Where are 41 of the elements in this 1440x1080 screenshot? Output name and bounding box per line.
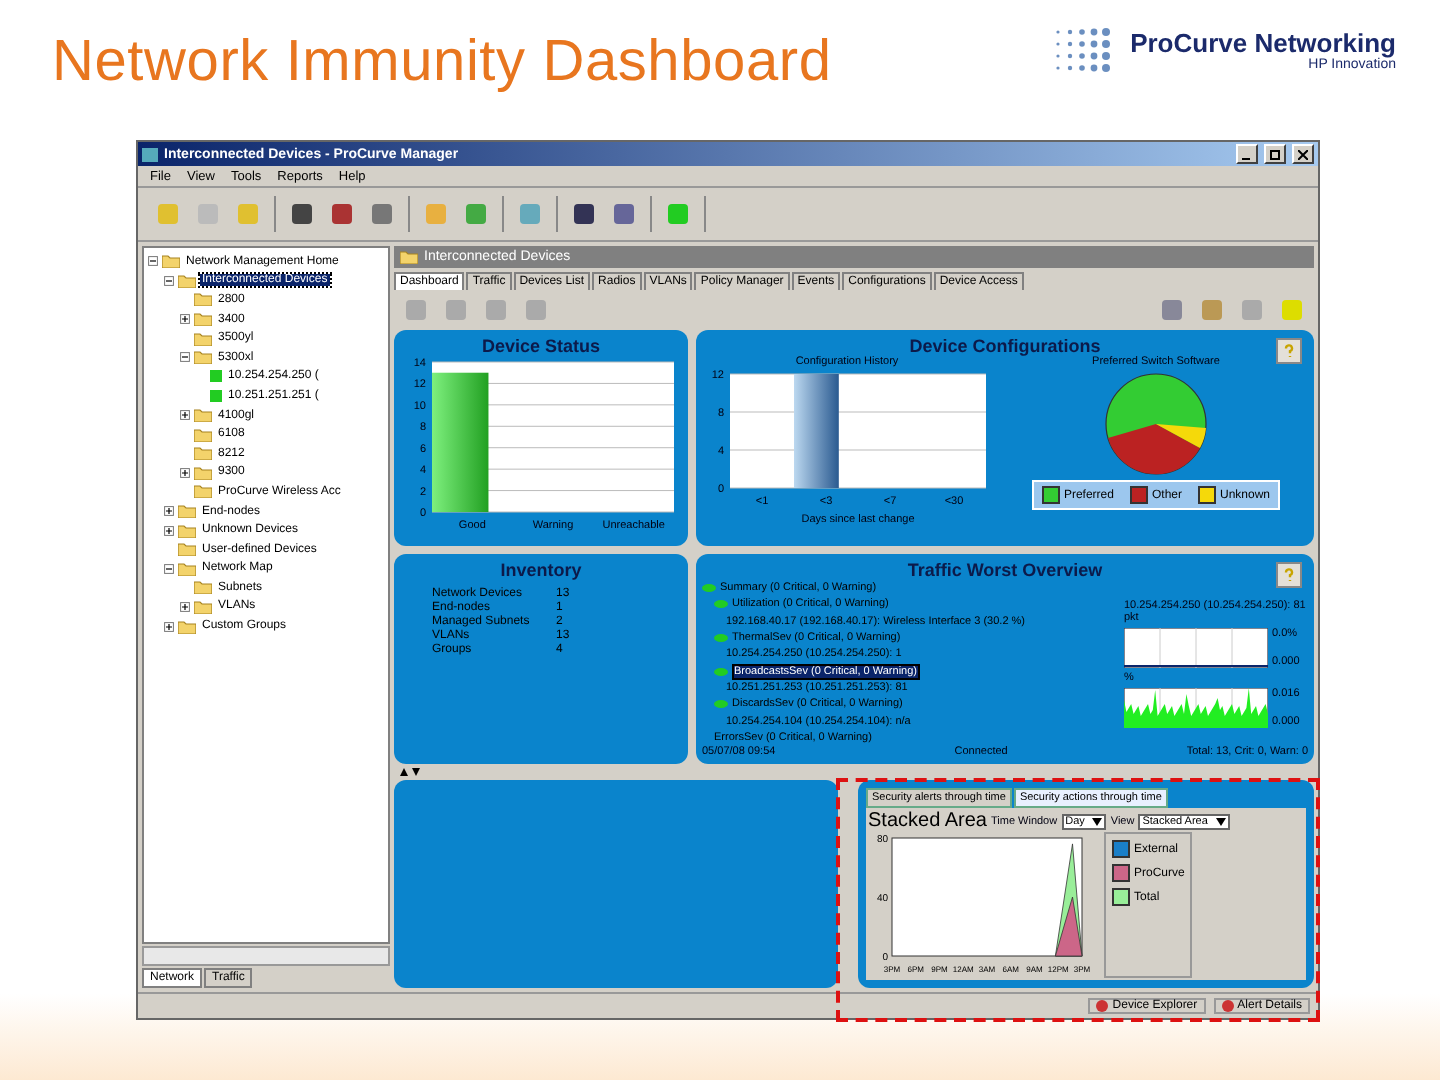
collapse-icon[interactable] bbox=[164, 275, 174, 286]
slide-title: Network Immunity Dashboard bbox=[52, 30, 832, 96]
expand-icon[interactable] bbox=[164, 525, 174, 536]
panel-title: Device Configurations bbox=[909, 336, 1101, 356]
expand-icon[interactable] bbox=[164, 506, 174, 517]
dropdown-arrow-icon bbox=[1092, 817, 1103, 825]
alert-icon bbox=[1221, 1000, 1234, 1012]
expand-icon[interactable] bbox=[164, 621, 174, 632]
dropdown-arrow-icon bbox=[1215, 817, 1226, 825]
maximize-icon bbox=[1270, 149, 1280, 159]
sparkline-drawing bbox=[1124, 628, 1268, 668]
sparkline-drawing bbox=[1124, 688, 1268, 728]
alert-icon bbox=[1096, 1000, 1109, 1012]
close-icon bbox=[1298, 149, 1308, 159]
logo-name: ProCurve Networking bbox=[1130, 28, 1396, 58]
pie-chart-drawing bbox=[1104, 372, 1208, 476]
scrollbar[interactable] bbox=[142, 946, 390, 966]
status-icon bbox=[714, 634, 728, 643]
collapse-icon[interactable] bbox=[164, 563, 174, 574]
status-icon bbox=[714, 700, 728, 709]
collapse-icon[interactable] bbox=[180, 352, 190, 363]
split-arrows-icon[interactable] bbox=[400, 768, 420, 776]
maximize-button[interactable] bbox=[1264, 144, 1286, 164]
chart-title: Stacked Area bbox=[868, 810, 987, 832]
help-button[interactable] bbox=[1276, 338, 1302, 364]
chart-bar bbox=[794, 374, 839, 488]
expand-icon[interactable] bbox=[180, 314, 190, 325]
minimize-button[interactable] bbox=[1236, 144, 1258, 164]
expand-icon[interactable] bbox=[180, 410, 190, 421]
panel-title: Traffic Worst Overview bbox=[907, 560, 1103, 580]
collapse-icon[interactable] bbox=[148, 256, 158, 267]
help-button[interactable] bbox=[1276, 562, 1302, 588]
folder-icon bbox=[400, 250, 418, 264]
chart-bar bbox=[431, 372, 488, 512]
panel-title: Device Status bbox=[481, 336, 601, 356]
expand-icon[interactable] bbox=[180, 467, 190, 478]
expand-icon[interactable] bbox=[180, 601, 190, 612]
panel-title: Inventory bbox=[500, 560, 582, 580]
status-icon bbox=[714, 667, 728, 676]
app-icon bbox=[142, 147, 158, 161]
close-button[interactable] bbox=[1292, 144, 1314, 164]
